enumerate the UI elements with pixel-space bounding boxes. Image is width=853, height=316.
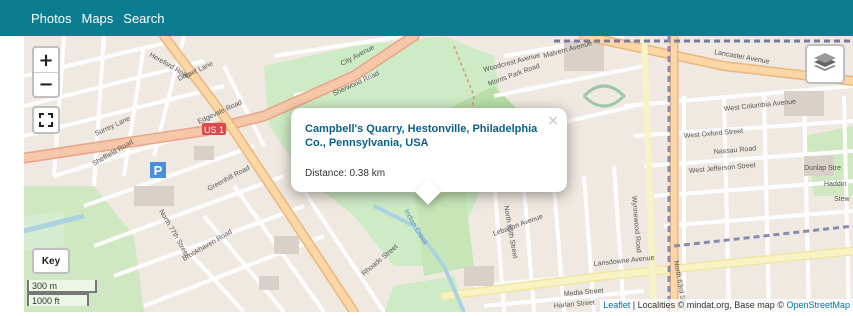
zoom-out-button[interactable]: − [34, 72, 58, 96]
label-west-jefferson: West Jefferson Street [689, 162, 756, 175]
leaflet-link[interactable]: Leaflet [603, 300, 630, 310]
attribution-text: | Localities © mindat.org, Base map © [630, 300, 787, 310]
label-lansdowne-avenue: Lansdowne Avenue [593, 255, 654, 268]
scale-metric: 300 m [27, 280, 97, 293]
label-dunlap-street: Dunlap Stre [804, 165, 841, 172]
locality-popup: × Campbell's Quarry, Hestonville, Philad… [291, 108, 567, 205]
layers-icon [814, 53, 836, 71]
key-button[interactable]: Key [32, 248, 70, 274]
zoom-in-button[interactable]: + [34, 48, 58, 72]
top-navigation: Photos Maps Search [0, 0, 853, 36]
fullscreen-icon [39, 113, 53, 127]
zoom-control: + − [32, 46, 60, 98]
scale-imperial: 1000 ft [27, 293, 89, 306]
map-canvas[interactable]: P US 1 Hereford Road City Avenue Lancast… [24, 36, 853, 312]
label-stewart: Stew [834, 196, 851, 203]
nav-search-link[interactable]: Search [123, 11, 164, 26]
popup-locality-title[interactable]: Campbell's Quarry, Hestonville, Philadel… [305, 122, 551, 150]
label-haddington: Haddin [824, 181, 846, 188]
label-west-oxford: West Oxford Street [684, 128, 744, 140]
parking-icon: P [154, 163, 163, 178]
label-harlan-street: Harlan Street [554, 299, 596, 310]
popup-distance: Distance: 0.38 km [305, 168, 386, 179]
nav-maps-link[interactable]: Maps [81, 11, 113, 26]
nav-photos-link[interactable]: Photos [31, 11, 71, 26]
us1-shield-label: US 1 [204, 125, 224, 135]
scale-bar: 300 m 1000 ft [27, 280, 97, 306]
label-nassau-road: Nassau Road [714, 145, 757, 156]
map-attribution: Leaflet | Localities © mindat.org, Base … [600, 299, 853, 312]
openstreetmap-link[interactable]: OpenStreetMap [786, 300, 850, 310]
label-wynnewood-road: Wynnewood Road [630, 196, 642, 254]
layers-button[interactable] [805, 44, 845, 84]
label-lebanon-avenue: Lebanon Avenue [492, 213, 544, 238]
label-brookhaven-road: Brookhaven Road [182, 229, 234, 263]
fullscreen-button[interactable] [32, 106, 60, 134]
